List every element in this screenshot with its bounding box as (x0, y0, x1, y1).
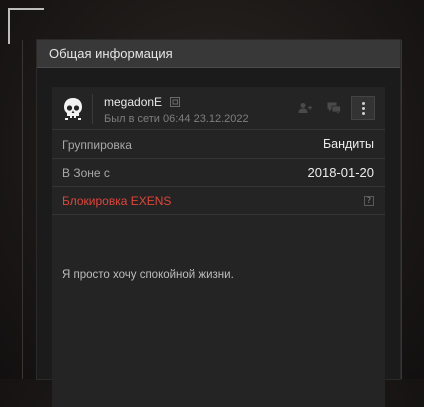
profile-card: megadonE Был в сети 06:44 23.12.2022 Гру… (52, 87, 385, 407)
group-value: Бандиты (322, 137, 374, 151)
info-row-group: Группировка Бандиты (52, 131, 385, 159)
profile-bio: Я просто хочу спокойной жизни. (62, 269, 234, 281)
user-row: megadonE Был в сети 06:44 23.12.2022 (52, 87, 385, 130)
more-options-button[interactable] (351, 96, 375, 120)
help-icon[interactable]: ? (364, 196, 374, 206)
block-exens-label: Блокировка EXENS (62, 194, 172, 208)
zone-since-label: В Зоне с (62, 166, 110, 180)
more-vertical-icon (361, 101, 365, 105)
frame-line-left (22, 40, 23, 379)
chat-icon (327, 102, 341, 114)
group-label: Группировка (62, 138, 132, 152)
general-info-panel: Общая информация megadonE Был в сети 06:… (37, 40, 400, 407)
last-seen-status: Был в сети 06:44 23.12.2022 (104, 113, 249, 125)
add-friend-button[interactable] (294, 97, 316, 119)
chat-button[interactable] (323, 97, 345, 119)
zone-since-value: 2018-01-20 (307, 165, 375, 180)
add-friend-icon (298, 103, 312, 113)
info-row-block-exens: Блокировка EXENS ? (52, 187, 385, 215)
panel-title: Общая информация (37, 40, 400, 68)
divider (92, 94, 93, 124)
copy-icon[interactable] (169, 95, 181, 107)
info-row-zone-since: В Зоне с 2018-01-20 (52, 159, 385, 187)
skull-icon (62, 97, 84, 121)
frame-corner-decoration (8, 8, 44, 44)
frame-line-right (401, 40, 402, 379)
username: megadonE (104, 95, 163, 109)
